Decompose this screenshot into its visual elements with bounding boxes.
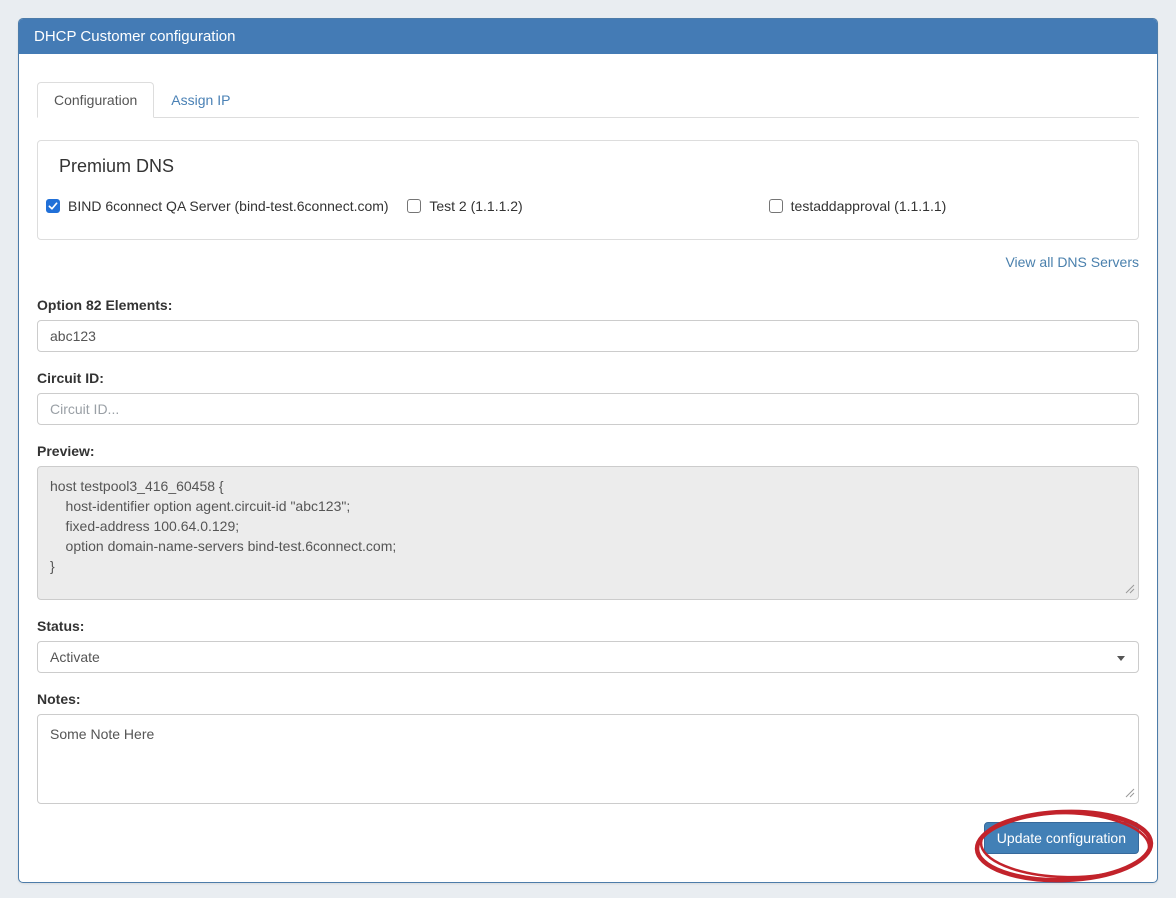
notes-textarea[interactable]: Some Note Here [37,714,1139,804]
dns-server-label: Test 2 (1.1.1.2) [429,198,522,214]
dns-server-list: BIND 6connect QA Server (bind-test.6conn… [46,198,1130,214]
tab-bar: Configuration Assign IP [37,82,1139,118]
checkbox-icon[interactable] [46,199,60,213]
premium-dns-title: Premium DNS [59,156,1130,177]
option82-input[interactable] [37,320,1139,352]
circuit-id-label: Circuit ID: [37,370,1139,386]
circuit-id-input[interactable] [37,393,1139,425]
dns-server-label: testaddapproval (1.1.1.1) [791,198,947,214]
checkbox-icon[interactable] [407,199,421,213]
premium-dns-section: Premium DNS BIND 6connect QA Server (bin… [37,140,1139,240]
checkbox-icon[interactable] [769,199,783,213]
preview-textarea[interactable]: host testpool3_416_60458 { host-identifi… [37,466,1139,600]
dialog-body: Configuration Assign IP Premium DNS BIND… [19,54,1157,854]
status-select[interactable]: Activate [37,641,1139,673]
dns-server-option-testaddapproval[interactable]: testaddapproval (1.1.1.1) [769,198,1130,214]
notes-wrap: Some Note Here [37,714,1139,804]
chevron-down-icon [1117,656,1125,661]
dns-server-option-bind[interactable]: BIND 6connect QA Server (bind-test.6conn… [46,198,407,214]
page-background: { "window": { "title": "DHCP Customer co… [0,0,1176,898]
notes-label: Notes: [37,691,1139,707]
view-all-dns-servers-link[interactable]: View all DNS Servers [1005,254,1139,270]
status-label: Status: [37,618,1139,634]
action-row: Update configuration [37,822,1139,854]
dialog-title: DHCP Customer configuration [19,19,1157,54]
check-icon [47,200,59,212]
update-configuration-button[interactable]: Update configuration [984,822,1139,854]
preview-label: Preview: [37,443,1139,459]
dns-server-option-test2[interactable]: Test 2 (1.1.1.2) [407,198,768,214]
tab-assign-ip[interactable]: Assign IP [154,82,247,118]
option82-label: Option 82 Elements: [37,297,1139,313]
preview-wrap: host testpool3_416_60458 { host-identifi… [37,466,1139,600]
tab-configuration[interactable]: Configuration [37,82,154,118]
dhcp-config-dialog: DHCP Customer configuration Configuratio… [18,18,1158,883]
dns-link-row: View all DNS Servers [37,254,1139,270]
status-selected-value: Activate [50,649,100,665]
dns-server-label: BIND 6connect QA Server (bind-test.6conn… [68,198,389,214]
